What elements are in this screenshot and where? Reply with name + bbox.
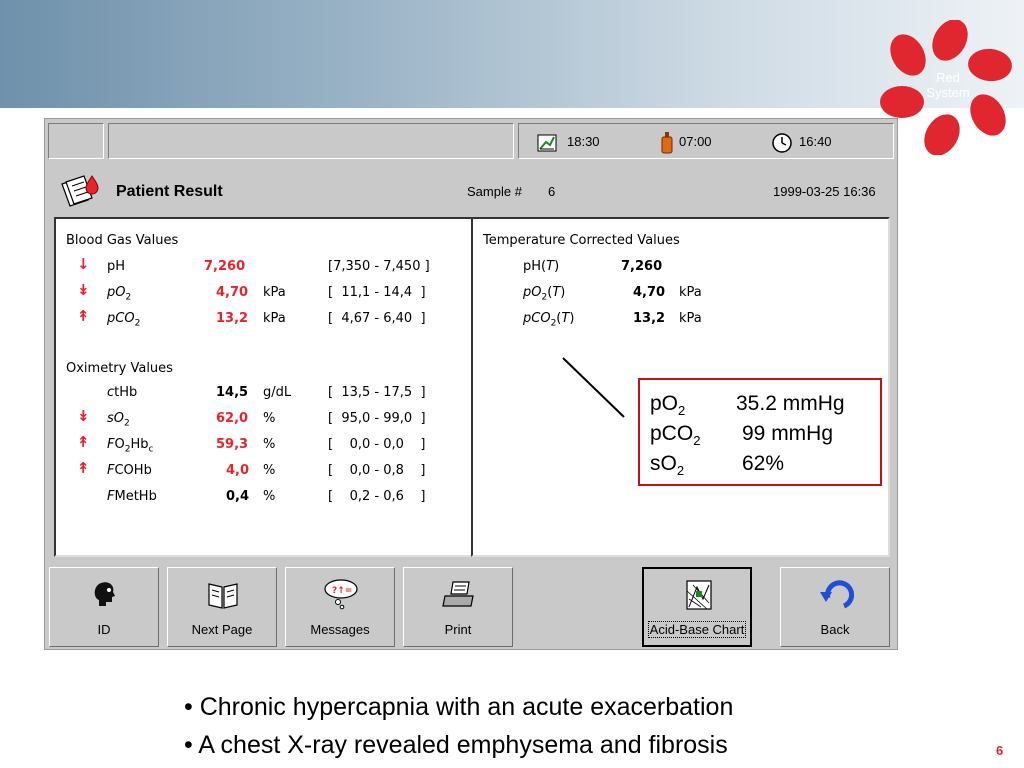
status-time-calibration: 18:30 xyxy=(567,134,600,149)
status-time-solution: 07:00 xyxy=(679,134,712,149)
callout-value: 62% xyxy=(742,452,785,475)
param-value: 7,260 xyxy=(621,259,663,274)
param-name: pCO2 xyxy=(107,311,141,329)
param-value: 13,2 xyxy=(633,311,666,326)
messages-button-label: Messages xyxy=(310,622,370,637)
sample-label: Sample # xyxy=(467,184,522,199)
status-cell-empty xyxy=(48,123,104,159)
low-arrow-icon: ↡ xyxy=(77,407,90,425)
callout-label: sO2 xyxy=(650,452,685,479)
chart-icon xyxy=(686,580,712,610)
status-message-area xyxy=(108,123,514,159)
param-value: 4,70 xyxy=(633,285,666,300)
high-arrow-icon: ↟ xyxy=(77,459,90,477)
printer-icon xyxy=(442,581,474,607)
param-unit: kPa xyxy=(679,285,702,300)
param-unit: kPa xyxy=(263,311,286,326)
back-button-label: Back xyxy=(820,622,850,637)
param-value: 62,0 xyxy=(216,411,249,426)
param-unit: % xyxy=(263,437,276,452)
thought-bubble-icon: ?↑= xyxy=(324,579,358,610)
result-datetime: 1999-03-25 16:36 xyxy=(773,184,876,199)
param-name: pH xyxy=(107,259,126,274)
param-range: [ 95,0 - 99,0 ] xyxy=(328,411,426,426)
param-unit: kPa xyxy=(263,285,286,300)
callout-value: 35.2 mmHg xyxy=(736,392,845,415)
param-value: 4,0 xyxy=(226,463,250,478)
svg-text:?↑=: ?↑= xyxy=(332,586,352,596)
next-page-button-label: Next Page xyxy=(191,622,253,637)
logo-line-2: System xyxy=(926,85,970,100)
pointer-line xyxy=(562,357,625,418)
param-unit: % xyxy=(263,489,276,504)
person-head-icon xyxy=(94,582,115,606)
param-value: 14,5 xyxy=(216,385,249,400)
print-button[interactable]: Print xyxy=(403,567,513,647)
param-name: FMetHb xyxy=(107,489,157,504)
param-range: [ 4,67 - 6,40 ] xyxy=(328,311,426,326)
messages-button[interactable]: ?↑= Messages xyxy=(285,567,395,647)
callout-label: pCO2 xyxy=(650,422,701,449)
patient-result-icon xyxy=(61,175,99,207)
callout-label: pO2 xyxy=(650,392,686,419)
param-value: 4,70 xyxy=(216,285,249,300)
param-name: pO2 xyxy=(107,285,132,303)
param-unit: g/dL xyxy=(263,385,292,400)
param-unit: % xyxy=(263,463,276,478)
low-arrow-icon: ↡ xyxy=(77,281,90,299)
param-value: 0,4 xyxy=(226,489,250,504)
param-range: [ 11,1 - 14,4 ] xyxy=(328,285,426,300)
id-button-label: ID xyxy=(97,622,111,637)
oximetry-heading: Oximetry Values xyxy=(66,361,173,376)
status-time-clock: 16:40 xyxy=(799,134,832,149)
logo-text: Red System xyxy=(908,70,988,100)
acid-base-chart-button[interactable]: Acid-Base Chart xyxy=(642,567,752,647)
param-value: 7,260 xyxy=(204,259,246,274)
back-arrow-icon xyxy=(820,580,854,609)
param-unit: % xyxy=(263,411,276,426)
param-name: FCOHb xyxy=(107,463,152,478)
param-value: 59,3 xyxy=(216,437,249,452)
calibration-chart-icon xyxy=(537,134,557,152)
callout-value: 99 mmHg xyxy=(742,422,834,445)
book-icon xyxy=(208,583,238,609)
param-name: pO2(T) xyxy=(523,285,566,303)
measured-values-panel: Blood Gas Values ↓ pH 7,260 [7,350 - 7,4… xyxy=(54,217,473,557)
param-name: FO2Hbc xyxy=(107,437,154,455)
param-range: [7,350 - 7,450 ] xyxy=(328,259,430,274)
converted-values-callout: pO2 35.2 mmHg pCO2 99 mmHg sO2 62% xyxy=(638,378,882,486)
bullet-item: • Chronic hypercapnia with an acute exac… xyxy=(184,693,734,721)
logo-line-1: Red xyxy=(936,70,960,85)
param-range: [ 0,0 - 0,8 ] xyxy=(328,463,426,478)
page-title: Patient Result xyxy=(116,183,223,200)
blood-gas-heading: Blood Gas Values xyxy=(66,233,179,248)
low-arrow-icon: ↓ xyxy=(77,255,90,273)
slide-bullets: • Chronic hypercapnia with an acute exac… xyxy=(184,688,733,764)
result-header: Patient Result Sample # 6 1999-03-25 16:… xyxy=(48,164,894,214)
param-name: sO2 xyxy=(107,411,130,429)
param-range: [ 13,5 - 17,5 ] xyxy=(328,385,426,400)
back-button[interactable]: Back xyxy=(780,567,890,647)
high-arrow-icon: ↟ xyxy=(77,433,90,451)
next-page-button[interactable]: Next Page xyxy=(167,567,277,647)
page-number: 6 xyxy=(996,743,1004,758)
clock-icon xyxy=(772,133,792,153)
bullet-item: • A chest X-ray revealed emphysema and f… xyxy=(184,731,728,759)
high-arrow-icon: ↟ xyxy=(77,307,90,325)
bottle-icon xyxy=(661,132,673,154)
param-name: ctHb xyxy=(107,385,138,400)
temp-corrected-heading: Temperature Corrected Values xyxy=(483,233,680,248)
param-value: 13,2 xyxy=(216,311,249,326)
id-button[interactable]: ID xyxy=(49,567,159,647)
sample-number: 6 xyxy=(548,184,556,199)
param-unit: kPa xyxy=(679,311,702,326)
status-times: 18:30 07:00 16:40 xyxy=(518,123,894,159)
param-range: [ 0,0 - 0,0 ] xyxy=(328,437,426,452)
param-name: pH(T) xyxy=(523,259,560,274)
slide-banner xyxy=(0,0,1024,108)
param-range: [ 0,2 - 0,6 ] xyxy=(328,489,426,504)
acid-base-chart-button-label: Acid-Base Chart xyxy=(647,621,747,638)
param-name: pCO2(T) xyxy=(523,311,575,329)
print-button-label: Print xyxy=(444,622,472,637)
